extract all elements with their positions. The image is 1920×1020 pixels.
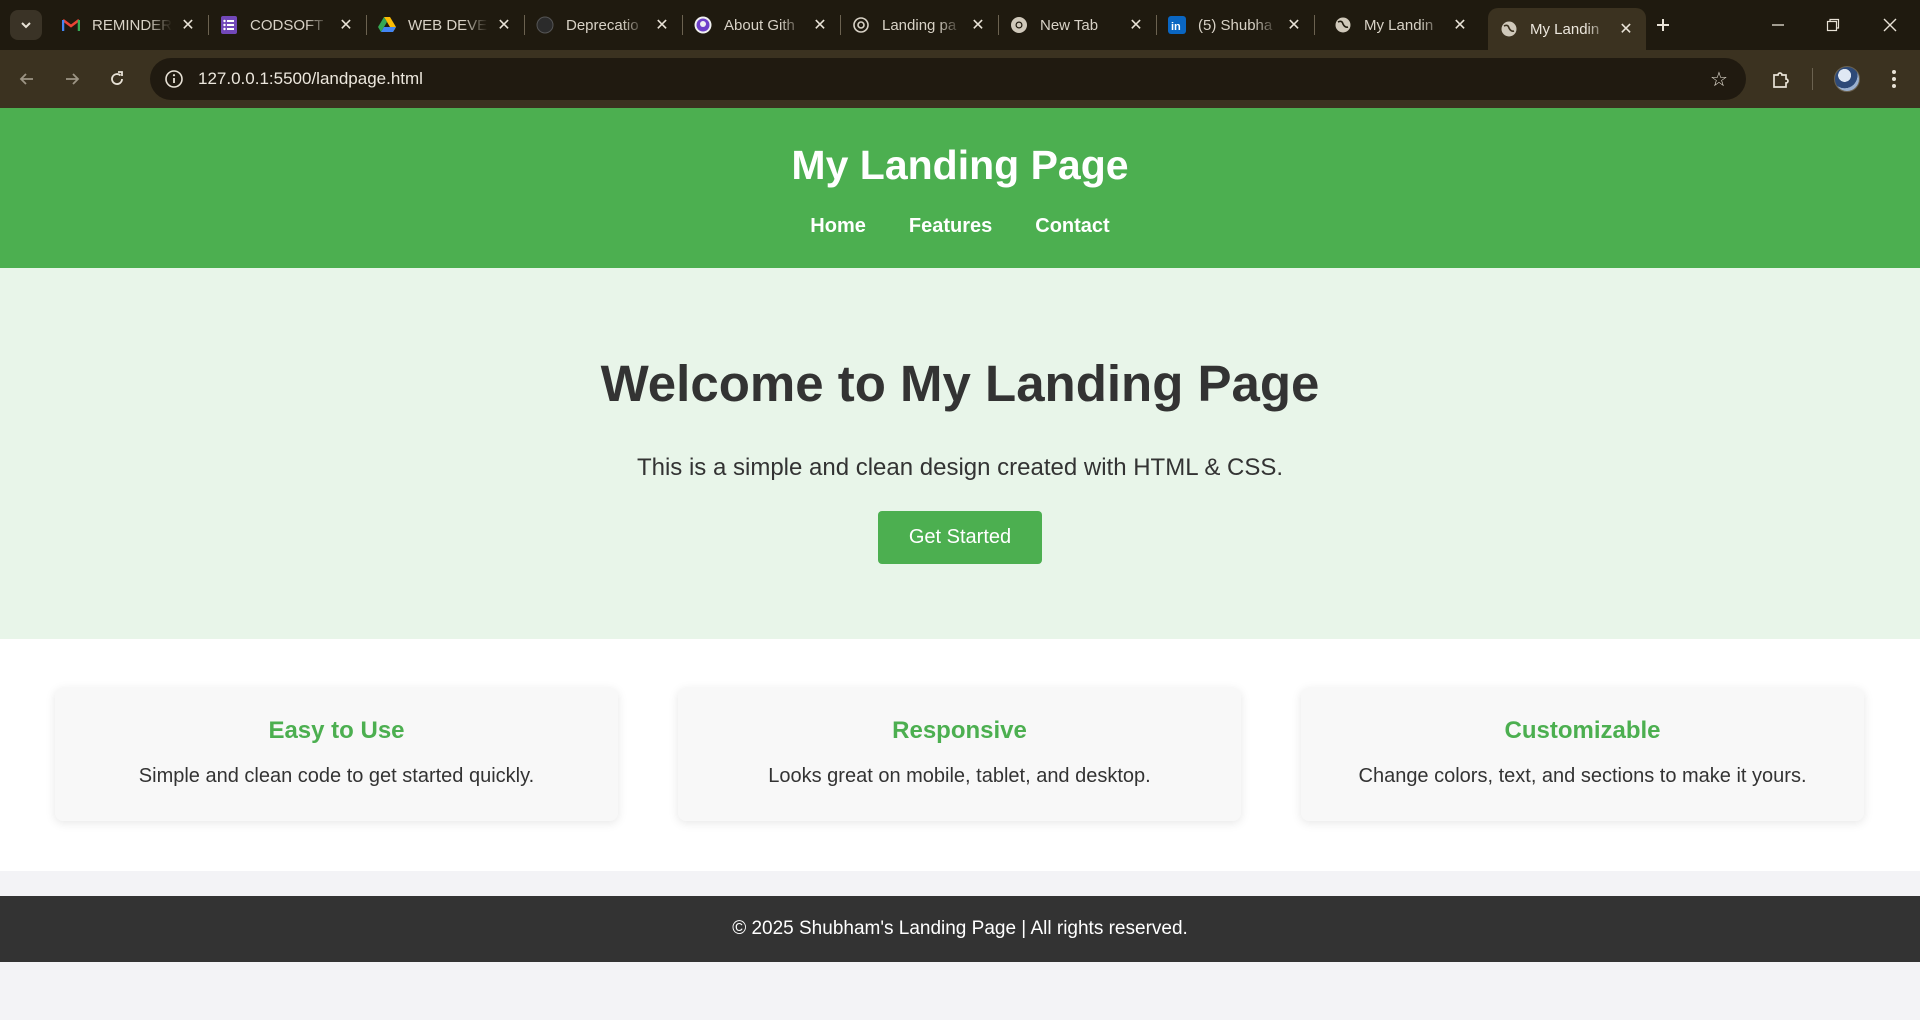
new-tab-button[interactable] — [1648, 10, 1678, 40]
arrow-right-icon — [66, 73, 80, 85]
close-icon[interactable]: ✕ — [968, 15, 988, 35]
footer-text: © 2025 Shubham's Landing Page | All righ… — [732, 918, 1188, 939]
plus-icon — [1657, 19, 1669, 31]
tab-title: (5) Shubha — [1198, 16, 1273, 34]
tab-strip: REMINDER ✕ CODSOFT ✕ WEB DEVE ✕ Deprecat… — [0, 0, 1920, 50]
close-icon[interactable]: ✕ — [494, 15, 514, 35]
nav-link-home[interactable]: Home — [810, 215, 866, 238]
tab-title: My Landin — [1364, 16, 1434, 34]
site-nav: Home Features Contact — [0, 215, 1920, 238]
feature-title: Responsive — [892, 717, 1027, 744]
tab-codsoft[interactable]: CODSOFT ✕ — [208, 6, 366, 44]
close-icon[interactable]: ✕ — [1284, 15, 1304, 35]
feature-card-easy-to-use: Easy to Use Simple and clean code to get… — [55, 688, 618, 821]
tab-about-github[interactable]: About Gith ✕ — [682, 6, 840, 44]
gmail-icon — [62, 16, 80, 34]
close-icon[interactable]: ✕ — [1450, 15, 1470, 35]
tab-linkedin[interactable]: in (5) Shubha ✕ — [1156, 6, 1314, 44]
close-icon[interactable]: ✕ — [1126, 15, 1146, 35]
more-vert-icon — [1892, 70, 1896, 88]
feature-text: Change colors, text, and sections to mak… — [1358, 765, 1807, 787]
close-icon[interactable]: ✕ — [336, 15, 356, 35]
globe-icon — [1500, 20, 1518, 38]
tab-title: Deprecatio — [566, 16, 639, 34]
close-icon — [1883, 18, 1897, 32]
minimize-button[interactable] — [1758, 8, 1798, 42]
site-header: My Landing Page Home Features Contact — [0, 108, 1920, 268]
hero-subtitle: This is a simple and clean design create… — [636, 454, 1284, 481]
globe-icon — [1334, 16, 1352, 34]
close-window-button[interactable] — [1870, 8, 1910, 42]
chrome-icon — [1010, 16, 1028, 34]
nav-link-contact[interactable]: Contact — [1035, 215, 1109, 238]
tab-title: REMINDER — [92, 16, 172, 34]
features-section: Easy to Use Simple and clean code to get… — [0, 639, 1920, 871]
close-icon[interactable]: ✕ — [1616, 19, 1636, 39]
back-button[interactable] — [10, 62, 44, 96]
get-started-button[interactable]: Get Started — [878, 511, 1042, 564]
feature-text: Simple and clean code to get started qui… — [138, 765, 535, 787]
tab-title: New Tab — [1040, 16, 1099, 34]
tab-new-tab[interactable]: New Tab ✕ — [998, 6, 1156, 44]
feature-title: Easy to Use — [268, 717, 405, 744]
tab-title: My Landin — [1530, 20, 1600, 38]
minimize-icon — [1772, 24, 1784, 26]
tab-title: About Gith — [724, 16, 795, 34]
site-title: My Landing Page — [791, 142, 1129, 188]
reload-icon — [111, 71, 123, 85]
tab-web-dev[interactable]: WEB DEVE ✕ — [366, 6, 524, 44]
feature-card-responsive: Responsive Looks great on mobile, tablet… — [678, 688, 1241, 821]
profile-avatar[interactable] — [1834, 66, 1860, 92]
nav-link-features[interactable]: Features — [909, 215, 992, 238]
tab-title: CODSOFT — [250, 16, 324, 34]
tab-title: WEB DEVE — [408, 16, 488, 34]
tab-title: Landing pa — [882, 16, 957, 34]
close-icon[interactable]: ✕ — [652, 15, 672, 35]
toolbar-divider — [1812, 68, 1813, 90]
browser-menu-button[interactable] — [1877, 62, 1911, 96]
site-info-icon[interactable] — [162, 67, 186, 91]
reload-button[interactable] — [100, 62, 134, 96]
address-bar[interactable]: 127.0.0.1:5500/landpage.html ☆ — [150, 58, 1746, 100]
tab-landing-page-chat[interactable]: Landing pa ✕ — [840, 6, 998, 44]
svg-text:in: in — [1171, 21, 1181, 33]
tab-divider — [1314, 15, 1315, 35]
tab-search-button[interactable] — [10, 10, 42, 40]
chevron-down-icon — [21, 22, 31, 29]
bookmark-star-icon[interactable]: ☆ — [1708, 68, 1730, 91]
github-icon — [694, 16, 712, 34]
puzzle-icon — [1773, 72, 1789, 88]
tab-reminder[interactable]: REMINDER ✕ — [50, 6, 208, 44]
drive-icon — [378, 16, 396, 34]
forms-icon — [220, 16, 238, 34]
github-dark-icon — [536, 16, 554, 34]
feature-card-customizable: Customizable Change colors, text, and se… — [1301, 688, 1864, 821]
forward-button[interactable] — [55, 62, 89, 96]
hero-section: Welcome to My Landing Page This is a sim… — [0, 268, 1920, 639]
restore-icon — [1826, 18, 1840, 32]
arrow-left-icon — [19, 73, 33, 85]
tab-my-landing-1[interactable]: My Landin ✕ — [1322, 6, 1480, 44]
openai-icon — [852, 16, 870, 34]
page-viewport: My Landing Page Home Features Contact We… — [0, 108, 1920, 1020]
feature-text: Looks great on mobile, tablet, and deskt… — [768, 765, 1151, 787]
restore-button[interactable] — [1813, 8, 1853, 42]
url-text[interactable]: 127.0.0.1:5500/landpage.html — [198, 69, 423, 89]
close-icon[interactable]: ✕ — [178, 15, 198, 35]
site-footer: © 2025 Shubham's Landing Page | All righ… — [0, 896, 1920, 962]
linkedin-icon: in — [1168, 16, 1186, 34]
tab-my-landing-active[interactable]: My Landin ✕ — [1488, 8, 1646, 50]
tab-deprecation[interactable]: Deprecatio ✕ — [524, 6, 682, 44]
feature-title: Customizable — [1504, 717, 1661, 744]
hero-heading: Welcome to My Landing Page — [600, 355, 1320, 412]
extensions-button[interactable] — [1764, 62, 1798, 96]
close-icon[interactable]: ✕ — [810, 15, 830, 35]
